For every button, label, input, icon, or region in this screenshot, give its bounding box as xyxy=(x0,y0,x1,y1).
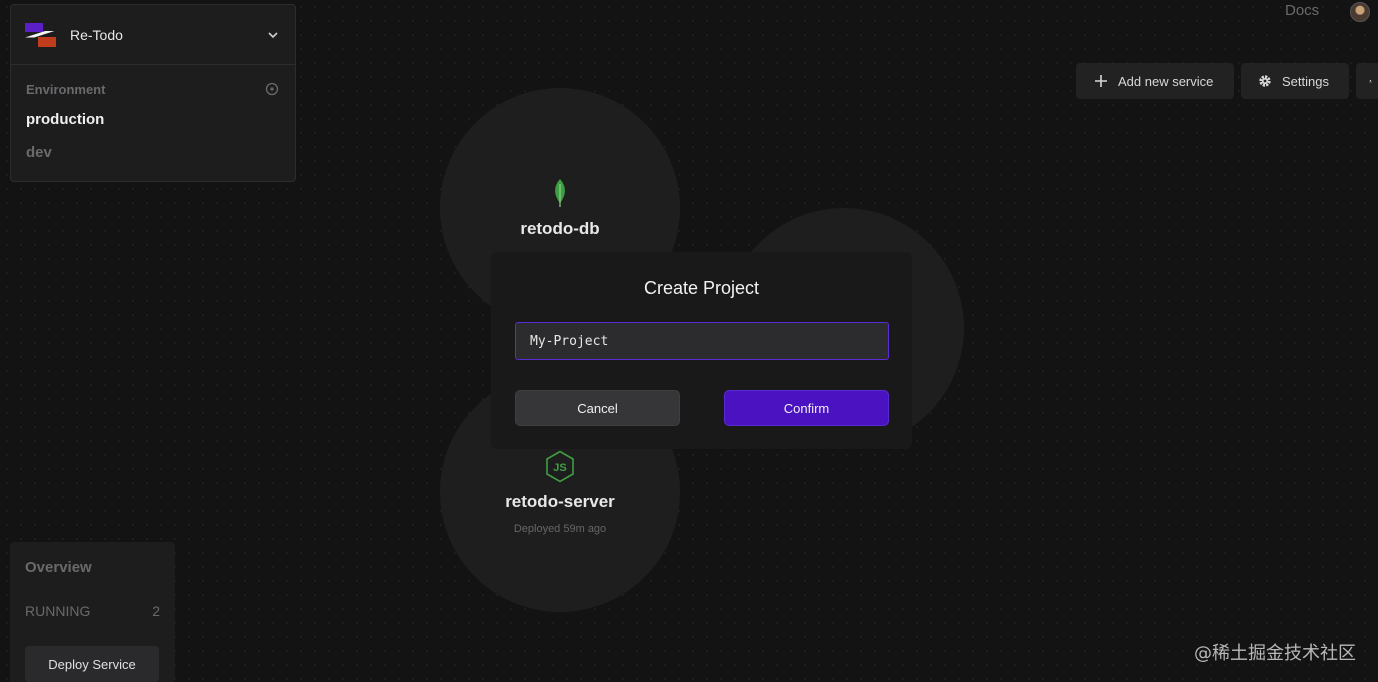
running-count: 2 xyxy=(152,603,160,619)
environment-add-icon[interactable] xyxy=(265,82,279,96)
confirm-button[interactable]: Confirm xyxy=(724,390,889,426)
environment-dev[interactable]: dev xyxy=(26,144,279,161)
mongodb-leaf-icon xyxy=(555,179,565,207)
running-row: RUNNING 2 xyxy=(25,603,160,619)
members-button[interactable] xyxy=(1356,63,1378,99)
environment-section: Environment production dev xyxy=(11,65,295,161)
avatar[interactable] xyxy=(1350,2,1370,22)
settings-label: Settings xyxy=(1282,73,1329,89)
docs-link[interactable]: Docs xyxy=(1285,2,1319,19)
server-node-name[interactable]: retodo-server xyxy=(470,492,650,512)
environment-label: Environment xyxy=(26,81,106,97)
environment-production[interactable]: production xyxy=(26,111,279,128)
project-panel: Re-Todo Environment production dev xyxy=(10,4,296,182)
watermark: @稀土掘金技术社区 xyxy=(1194,643,1356,664)
project-name-input[interactable] xyxy=(515,322,889,360)
user-icon xyxy=(1369,79,1372,83)
add-new-service-label: Add new service xyxy=(1118,73,1214,89)
project-logo xyxy=(25,22,56,47)
deploy-service-button[interactable]: Deploy Service xyxy=(25,646,159,682)
plus-icon xyxy=(1095,75,1107,87)
svg-text:JS: JS xyxy=(553,462,566,474)
overview-title: Overview xyxy=(25,559,92,576)
settings-button[interactable]: Settings xyxy=(1241,63,1349,99)
cancel-button[interactable]: Cancel xyxy=(515,390,680,426)
server-node-status: Deployed 59m ago xyxy=(513,523,607,535)
overview-panel: Overview RUNNING 2 Deploy Service xyxy=(10,542,175,682)
running-label: RUNNING xyxy=(25,603,91,619)
chevron-down-icon[interactable] xyxy=(267,29,279,41)
db-node-name[interactable]: retodo-db xyxy=(480,219,640,239)
add-new-service-button[interactable]: Add new service xyxy=(1076,63,1234,99)
nodejs-icon: JS xyxy=(546,450,574,483)
project-name: Re-Todo xyxy=(70,26,123,43)
gear-icon xyxy=(1259,75,1271,87)
project-switcher[interactable]: Re-Todo xyxy=(11,5,295,65)
create-project-modal: Create Project Cancel Confirm xyxy=(491,252,912,449)
modal-title: Create Project xyxy=(643,278,760,298)
